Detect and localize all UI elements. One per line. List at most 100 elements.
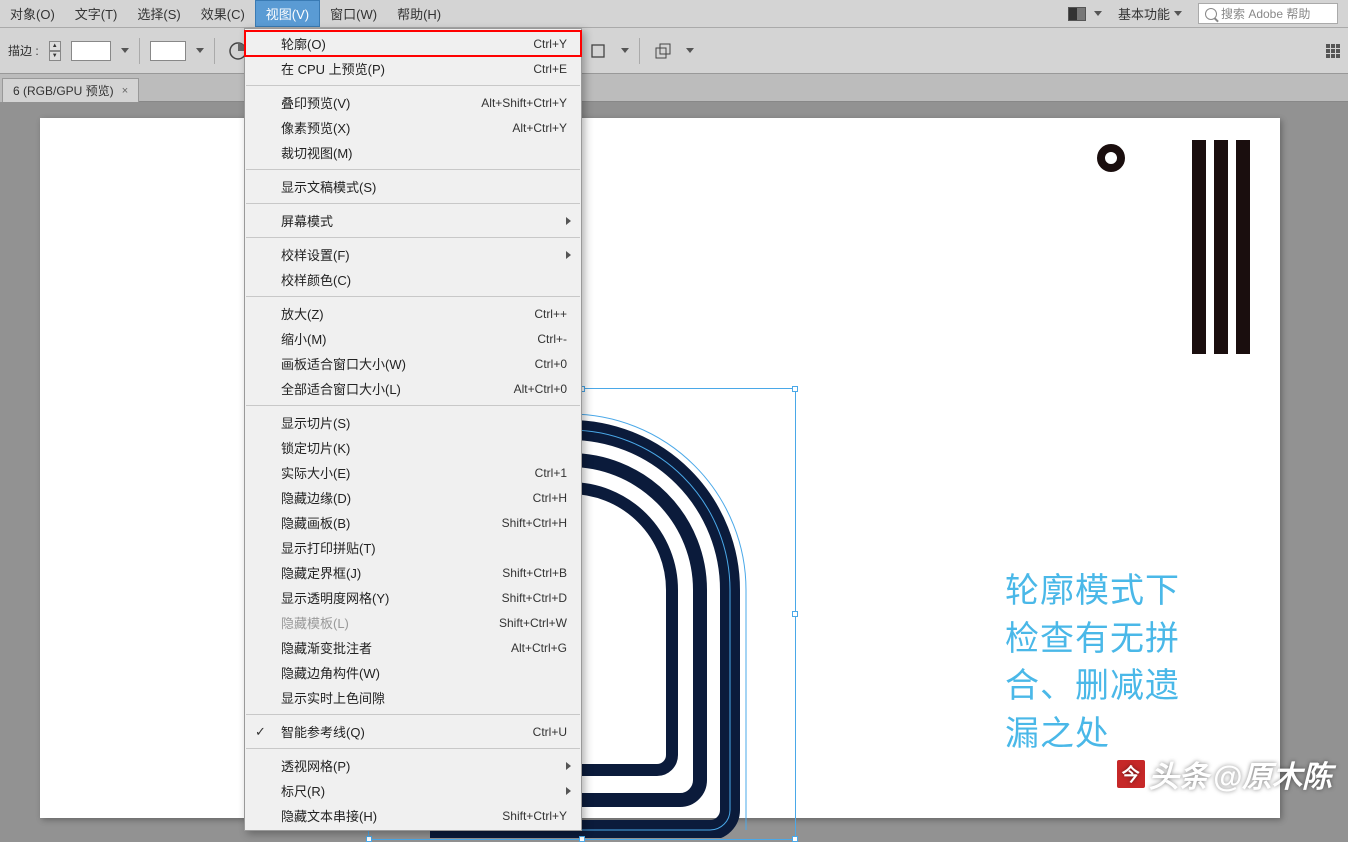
selection-handle-s[interactable] [579,836,585,842]
menu-entry[interactable]: 隐藏文本串接(H)Shift+Ctrl+Y [245,803,581,828]
search-input[interactable]: 搜索 Adobe 帮助 [1198,3,1338,24]
menu-entry[interactable]: 显示文稿模式(S) [245,174,581,199]
ring-shape[interactable] [1097,144,1125,172]
menu-entry[interactable]: 缩小(M)Ctrl+- [245,326,581,351]
opacity-field[interactable] [150,41,186,61]
menu-entry[interactable]: 放大(Z)Ctrl++ [245,301,581,326]
menu-entry[interactable]: 屏幕模式 [245,208,581,233]
selection-handle-ne[interactable] [792,386,798,392]
menu-entry-label: 缩小(M) [281,329,537,348]
menu-separator [246,405,580,406]
menu-entry[interactable]: 校样设置(F) [245,242,581,267]
menu-entry-label: 显示实时上色间隙 [281,688,567,707]
search-placeholder: 搜索 Adobe 帮助 [1221,5,1310,22]
menu-entry-shortcut: Ctrl++ [534,307,567,321]
menu-entry[interactable]: 画板适合窗口大小(W)Ctrl+0 [245,351,581,376]
menu-entry-label: 裁切视图(M) [281,143,567,162]
menu-item-4[interactable]: 视图(V) [255,0,320,27]
menu-entry[interactable]: 智能参考线(Q)Ctrl+U [245,719,581,744]
close-tab-icon[interactable]: × [122,85,128,97]
menu-entry[interactable]: 隐藏定界框(J)Shift+Ctrl+B [245,560,581,585]
menu-entry[interactable]: 显示切片(S) [245,410,581,435]
menu-entry[interactable]: 透视网格(P) [245,753,581,778]
stroke-color-swatch[interactable] [71,41,111,61]
menu-entry[interactable]: 实际大小(E)Ctrl+1 [245,460,581,485]
search-icon [1205,8,1217,20]
menu-entry-shortcut: Shift+Ctrl+D [502,591,567,605]
menu-item-5[interactable]: 窗口(W) [320,0,387,27]
menu-entry[interactable]: 像素预览(X)Alt+Ctrl+Y [245,115,581,140]
workspace-switcher[interactable]: 基本功能 [1110,4,1190,23]
menu-entry-shortcut: Shift+Ctrl+Y [502,809,567,823]
menu-separator [246,237,580,238]
menu-entry[interactable]: 隐藏画板(B)Shift+Ctrl+H [245,510,581,535]
menu-separator [246,85,580,86]
menu-separator [246,203,580,204]
stroke-stepper[interactable]: ▲▼ [49,41,61,61]
menu-entry-label: 屏幕模式 [281,211,567,230]
menu-entry-label: 显示打印拼贴(T) [281,538,567,557]
menu-entry[interactable]: 轮廓(O)Ctrl+Y [245,31,581,56]
watermark-logo-icon: 今 [1117,760,1145,788]
selection-handle-se[interactable] [792,836,798,842]
menu-entry-label: 在 CPU 上预览(P) [281,59,533,78]
menu-entry[interactable]: 标尺(R) [245,778,581,803]
menu-entry-label: 隐藏文本串接(H) [281,806,502,825]
menu-entry-shortcut: Shift+Ctrl+B [502,566,567,580]
options-overflow-icon[interactable] [1326,44,1340,58]
panel-layout-chevron-icon[interactable] [1094,11,1102,16]
document-tabs: 6 (RGB/GPU 预览) × [0,74,1348,102]
menu-entry-shortcut: Ctrl+U [533,725,567,739]
crop-chevron-icon[interactable] [621,48,629,53]
menu-entry[interactable]: 校样颜色(C) [245,267,581,292]
menu-item-3[interactable]: 效果(C) [191,0,255,27]
menu-item-0[interactable]: 对象(O) [0,0,65,27]
menu-entry-shortcut: Ctrl+1 [535,466,567,480]
menu-entry[interactable]: 全部适合窗口大小(L)Alt+Ctrl+0 [245,376,581,401]
menu-entry[interactable]: 裁切视图(M) [245,140,581,165]
arrange-icon[interactable] [650,38,676,64]
menu-entry-label: 隐藏边角构件(W) [281,663,567,682]
menu-item-6[interactable]: 帮助(H) [387,0,451,27]
selection-handle-e[interactable] [792,611,798,617]
menu-entry-shortcut: Ctrl+Y [533,37,567,51]
arrange-chevron-icon[interactable] [686,48,694,53]
menu-entry-label: 实际大小(E) [281,463,535,482]
stroke-swatch-chevron-icon[interactable] [121,48,129,53]
menu-entry-label: 显示文稿模式(S) [281,177,567,196]
menu-entry-label: 校样颜色(C) [281,270,567,289]
menu-separator [246,296,580,297]
menu-entry[interactable]: 显示打印拼贴(T) [245,535,581,560]
menu-entry[interactable]: 隐藏边角构件(W) [245,660,581,685]
menu-entry[interactable]: 在 CPU 上预览(P)Ctrl+E [245,56,581,81]
menu-entry-shortcut: Alt+Ctrl+G [511,641,567,655]
menu-entry-shortcut: Alt+Ctrl+0 [514,382,567,396]
menu-item-2[interactable]: 选择(S) [127,0,190,27]
bars-shape[interactable] [1192,140,1250,354]
menu-entry-label: 放大(Z) [281,304,534,323]
selection-handle-sw[interactable] [366,836,372,842]
document-tab[interactable]: 6 (RGB/GPU 预览) × [2,78,139,102]
menu-entry-shortcut: Ctrl+- [537,332,567,346]
artboard[interactable]: 轮廓模式下 检查有无拼 合、删减遗 漏之处 [40,118,1280,818]
menu-entry[interactable]: 显示透明度网格(Y)Shift+Ctrl+D [245,585,581,610]
opacity-chevron-icon[interactable] [196,48,204,53]
menu-entry[interactable]: 隐藏渐变批注者Alt+Ctrl+G [245,635,581,660]
menu-entry-label: 叠印预览(V) [281,93,481,112]
menu-entry-label: 全部适合窗口大小(L) [281,379,514,398]
menu-entry[interactable]: 显示实时上色间隙 [245,685,581,710]
crop-icon[interactable] [585,38,611,64]
canvas-area[interactable]: 轮廓模式下 检查有无拼 合、删减遗 漏之处 [0,102,1348,814]
menu-entry-label: 像素预览(X) [281,118,512,137]
watermark: 今 头条 @原木陈 [1117,752,1332,796]
annotation-text: 轮廓模式下 检查有无拼 合、删减遗 漏之处 [1005,568,1180,758]
view-menu-dropdown: 轮廓(O)Ctrl+Y在 CPU 上预览(P)Ctrl+E叠印预览(V)Alt+… [244,28,582,831]
menu-entry[interactable]: 叠印预览(V)Alt+Shift+Ctrl+Y [245,90,581,115]
menu-entry-label: 显示切片(S) [281,413,567,432]
menu-entry[interactable]: 锁定切片(K) [245,435,581,460]
menu-entry-shortcut: Alt+Ctrl+Y [512,121,567,135]
menu-item-1[interactable]: 文字(T) [65,0,128,27]
menu-entry[interactable]: 隐藏边缘(D)Ctrl+H [245,485,581,510]
panel-layout-icon[interactable] [1068,7,1086,21]
menu-entry-shortcut: Ctrl+E [533,62,567,76]
